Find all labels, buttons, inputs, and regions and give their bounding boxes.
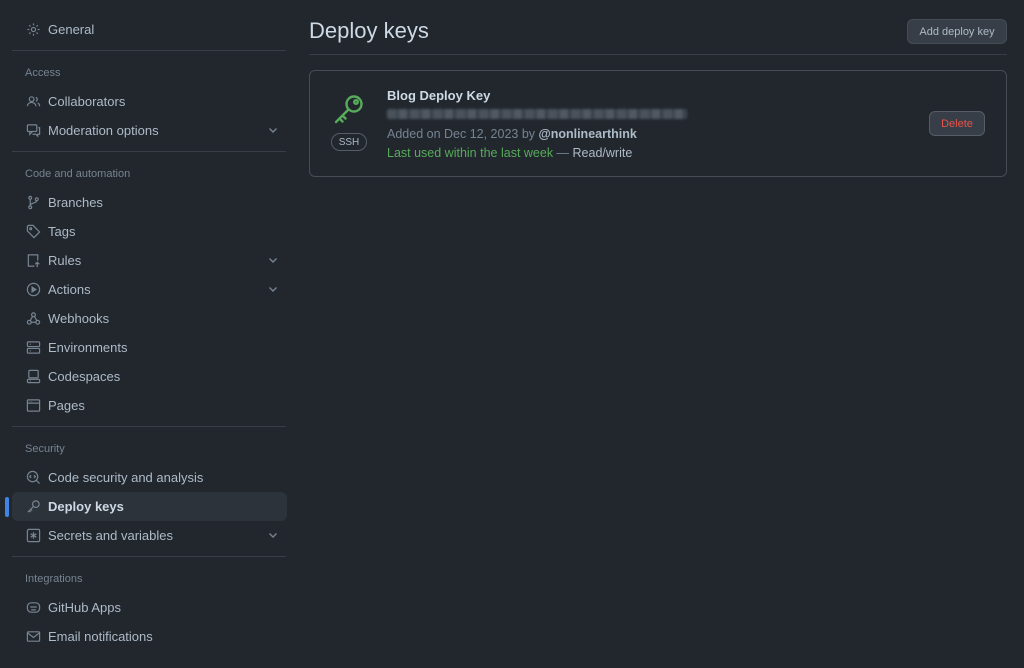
key-added-info: Added on Dec 12, 2023 by @nonlinearthink [387, 127, 637, 141]
tag-icon [25, 224, 41, 240]
sidebar-item-label: Code security and analysis [48, 470, 204, 485]
deploy-key-name: Blog Deploy Key [387, 88, 491, 103]
sidebar-item-general[interactable]: General [12, 15, 287, 44]
sidebar-item-label: Branches [48, 195, 103, 210]
sidebar-item-actions[interactable]: Actions [12, 275, 287, 304]
sidebar-item-label: Webhooks [48, 311, 110, 326]
people-icon [25, 94, 41, 110]
sidebar-item-pages[interactable]: Pages [12, 391, 287, 420]
sidebar-item-label: Collaborators [48, 94, 126, 109]
browser-icon [25, 398, 41, 414]
asterisk-icon [25, 528, 41, 544]
settings-sidebar: General Access Collaborators Moderation … [0, 0, 300, 668]
chevron-down-icon[interactable] [267, 283, 279, 295]
key-last-used-text: Last used within the last week [387, 146, 554, 160]
key-last-used: Last used within the last week — Read/wr… [387, 146, 632, 160]
sidebar-item-label: Tags [48, 224, 76, 239]
chevron-down-icon[interactable] [267, 254, 279, 266]
sidebar-item-environments[interactable]: Environments [12, 333, 287, 362]
sidebar-item-codespaces[interactable]: Codespaces [12, 362, 287, 391]
section-heading-security: Security [25, 443, 65, 455]
sidebar-item-webhooks[interactable]: Webhooks [12, 304, 287, 333]
delete-button[interactable]: Delete [929, 111, 985, 136]
mail-icon [25, 629, 41, 645]
sidebar-item-label: Secrets and variables [48, 528, 174, 543]
deploy-key-item: SSH Blog Deploy Key Added on Dec 12, 202… [309, 70, 1007, 177]
sidebar-item-label: Pages [48, 398, 85, 413]
section-heading-access: Access [25, 67, 61, 79]
git-branch-icon [25, 195, 41, 211]
sidebar-item-label: Rules [48, 253, 82, 268]
codescan-icon [25, 470, 41, 486]
server-icon [25, 340, 41, 356]
section-heading-code-automation: Code and automation [25, 168, 131, 180]
gear-icon [25, 22, 41, 38]
sidebar-item-secrets[interactable]: Secrets and variables [12, 521, 287, 550]
title-divider [309, 54, 1007, 55]
sidebar-item-collaborators[interactable]: Collaborators [12, 87, 287, 116]
key-separator: — [553, 146, 573, 160]
key-icon [25, 499, 41, 515]
sidebar-item-tags[interactable]: Tags [12, 217, 287, 246]
sidebar-item-label: Actions [48, 282, 91, 297]
key-added-by-user[interactable]: @nonlinearthink [539, 127, 637, 141]
sidebar-item-code-security[interactable]: Code security and analysis [12, 463, 287, 492]
chevron-down-icon[interactable] [267, 529, 279, 541]
codespaces-icon [25, 369, 41, 385]
sidebar-item-label: Codespaces [48, 369, 121, 384]
sidebar-item-label: Deploy keys [48, 499, 124, 514]
page-title: Deploy keys [309, 18, 429, 43]
webhook-icon [25, 311, 41, 327]
key-added-date: Added on Dec 12, 2023 by [387, 127, 536, 141]
sidebar-item-github-apps[interactable]: GitHub Apps [12, 593, 287, 622]
ssh-badge: SSH [331, 133, 367, 151]
comment-discussion-icon [25, 123, 41, 139]
key-access-level: Read/write [572, 146, 633, 160]
chevron-down-icon[interactable] [267, 124, 279, 136]
sidebar-item-label: Environments [48, 340, 128, 355]
sidebar-item-moderation[interactable]: Moderation options [12, 116, 287, 145]
section-heading-integrations: Integrations [25, 573, 83, 585]
sidebar-item-branches[interactable]: Branches [12, 188, 287, 217]
sidebar-item-label: Moderation options [48, 123, 159, 138]
repo-push-icon [25, 253, 41, 269]
sidebar-item-label: GitHub Apps [48, 600, 121, 615]
sidebar-item-label: General [48, 22, 95, 37]
hubot-icon [25, 600, 41, 616]
sidebar-item-deploy-keys[interactable]: Deploy keys [5, 492, 287, 521]
key-fingerprint-redacted [387, 109, 687, 119]
add-deploy-key-button[interactable]: Add deploy key [907, 19, 1007, 44]
sidebar-item-label: Email notifications [48, 629, 153, 644]
key-icon [332, 93, 366, 127]
play-icon [25, 282, 41, 298]
sidebar-item-rules[interactable]: Rules [12, 246, 287, 275]
sidebar-item-email-notifications[interactable]: Email notifications [12, 622, 287, 651]
